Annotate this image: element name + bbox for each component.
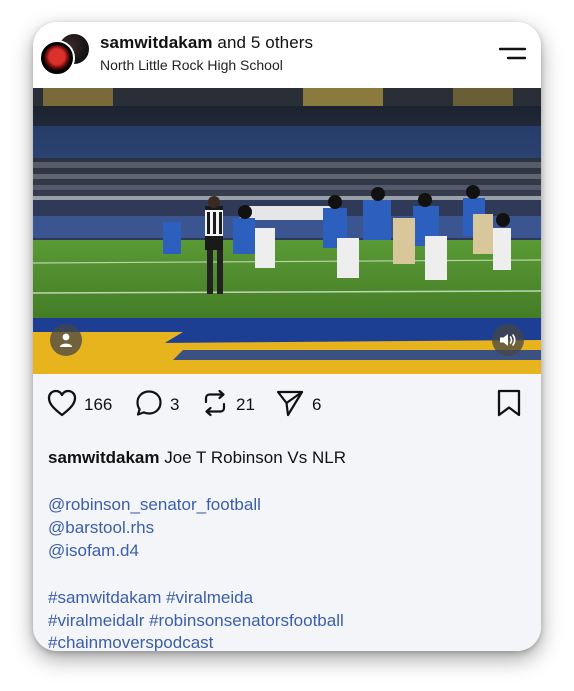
caption-title: samwitdakam Joe T Robinson Vs NLR (48, 448, 346, 468)
author-line[interactable]: samwitdakam and 5 others (100, 33, 313, 53)
share-count: 6 (312, 395, 322, 414)
hashtag-line[interactable]: #viralmeidalr #robinsonsenatorsfootball (48, 611, 344, 631)
send-icon (275, 389, 305, 422)
mention-link[interactable]: @isofam.d4 (48, 541, 139, 561)
caption-text: Joe T Robinson Vs NLR (159, 448, 346, 467)
hashtag-line[interactable]: #chainmoverspodcast (48, 633, 213, 651)
coauthors-text[interactable]: and 5 others (213, 33, 314, 52)
bookmark-icon (496, 389, 522, 422)
comment-button[interactable]: 3 (135, 389, 180, 422)
post-video[interactable] (33, 88, 541, 374)
like-count: 166 (84, 395, 113, 414)
repost-icon (201, 389, 229, 422)
primary-avatar (39, 40, 75, 76)
menu-icon[interactable] (498, 44, 527, 64)
caption-username[interactable]: samwitdakam (48, 448, 160, 467)
heart-icon (47, 389, 77, 422)
mention-link[interactable]: @barstool.rhs (48, 518, 154, 538)
repost-button[interactable]: 21 (201, 389, 255, 422)
post-card: samwitdakam and 5 others North Little Ro… (33, 22, 541, 651)
avatar[interactable] (39, 32, 91, 76)
like-button[interactable]: 166 (47, 389, 113, 422)
share-button[interactable]: 6 (275, 390, 321, 420)
user-icon[interactable] (50, 324, 82, 356)
speaker-icon[interactable] (492, 324, 524, 356)
post-header: samwitdakam and 5 others North Little Ro… (33, 22, 541, 88)
comment-icon (135, 389, 163, 422)
action-bar: 166 3 21 6 (33, 374, 541, 434)
hashtag-line[interactable]: #samwitdakam #viralmeida (48, 588, 253, 608)
comment-count: 3 (170, 395, 180, 414)
save-button[interactable] (496, 389, 522, 422)
post-caption: samwitdakam Joe T Robinson Vs NLR @robin… (33, 434, 541, 651)
location-label[interactable]: North Little Rock High School (100, 57, 283, 73)
repost-count: 21 (236, 395, 255, 414)
author-username[interactable]: samwitdakam (100, 33, 213, 52)
mention-link[interactable]: @robinson_senator_football (48, 495, 261, 515)
